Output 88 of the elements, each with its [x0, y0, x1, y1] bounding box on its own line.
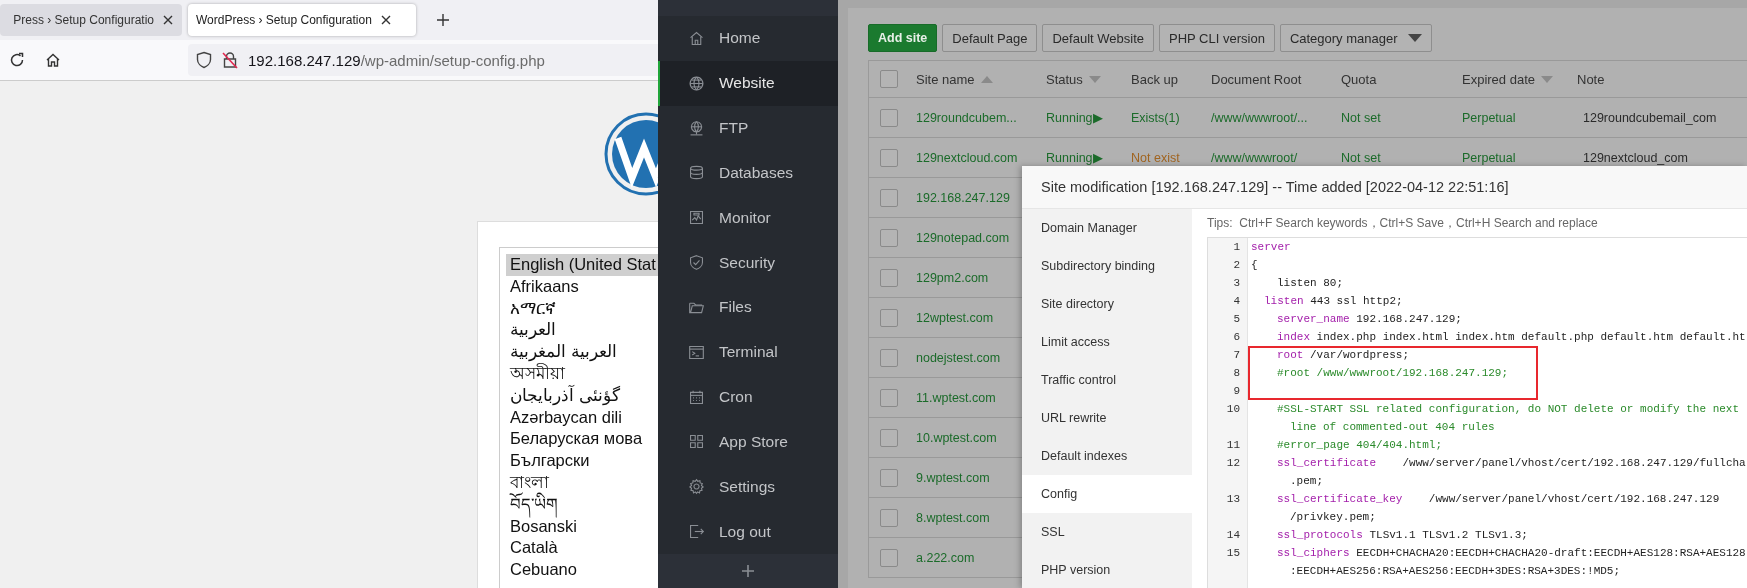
dialog-menu-item[interactable]: PHP version [1022, 551, 1192, 588]
language-option[interactable]: አማርኛ [506, 297, 658, 320]
code-line: ssl_protocols TLSv1.1 TLSv1.2 TLSv1.3; [1277, 529, 1528, 541]
toolbar-button[interactable]: Add site [868, 24, 938, 52]
sidebar-item[interactable]: App Store [658, 419, 838, 465]
line-number: 11 [1226, 439, 1240, 451]
dialog-menu-item[interactable]: Default indexes [1022, 437, 1192, 475]
code-line: listen 80; [1277, 277, 1343, 289]
line-number: 13 [1226, 493, 1240, 505]
sidebar-item[interactable]: Settings [658, 464, 838, 510]
language-option[interactable]: گؤنئی آذربایجان [506, 384, 658, 407]
line-number: 6 [1233, 331, 1240, 343]
sidebar-item[interactable]: Files [658, 285, 838, 330]
sidebar-item[interactable]: Log out [658, 509, 838, 555]
sidebar-item[interactable]: Monitor [658, 195, 838, 241]
line-number: 8 [1233, 367, 1240, 379]
language-option[interactable]: العربية [506, 319, 658, 342]
line-number: 15 [1226, 547, 1240, 559]
code-line: root /var/wordpress; [1277, 349, 1410, 361]
code-line: line of commented-out 404 rules [1290, 421, 1495, 433]
line-number: 1 [1233, 241, 1240, 253]
sidebar-item[interactable]: Home [658, 15, 838, 61]
code-line: .pem; [1290, 475, 1323, 487]
language-option[interactable]: Cebuano [506, 559, 658, 581]
line-number: 5 [1233, 313, 1240, 325]
column-header[interactable]: Status [1046, 71, 1083, 87]
code-line: ssl_certificate_key /www/server/panel/vhost/cert/192.168.247.129 [1277, 493, 1720, 505]
language-option[interactable]: Беларуская мова [506, 428, 658, 451]
code-line: { [1251, 259, 1258, 271]
address-bar[interactable]: 192.168.247.129/wp-admin/setup-config.php [188, 44, 658, 76]
language-option[interactable]: Català [506, 537, 658, 560]
code-line: server_name 192.168.247.129; [1277, 313, 1462, 325]
code-line: ssl_certificate /www/server/panel/vhost/cert/192.168.247.129/fullcha [1277, 457, 1746, 469]
dialog-menu-item[interactable]: Site directory [1022, 285, 1192, 323]
dialog-menu-item[interactable]: Subdirectory binding [1022, 247, 1192, 285]
line-number: 10 [1226, 403, 1240, 415]
code-line: ssl_ciphers EECDH+CHACHA20:EECDH+CHACHA20-draft:EECDH+AES128:RSA+AES128 [1277, 547, 1746, 559]
code-line: index index.php index.html index.htm default.php default.htm default.ht [1277, 331, 1746, 343]
dialog-menu-item[interactable]: Limit access [1022, 323, 1192, 361]
language-option[interactable]: Afrikaans [506, 275, 658, 298]
line-number: 7 [1233, 349, 1240, 361]
sidebar-item[interactable]: Databases [658, 150, 838, 196]
sidebar-item[interactable]: Security [658, 240, 838, 285]
line-number: 14 [1226, 529, 1240, 541]
code-line: #root /www/wwwroot/192.168.247.129; [1277, 367, 1509, 379]
code-line: listen 443 ssl http2; [1264, 295, 1403, 307]
language-option[interactable]: অসমীয়া [506, 363, 658, 385]
code-line: :EECDH+AES256:RSA+AES256:EECDH+3DES:RSA+3DES:!MD5; [1290, 565, 1621, 577]
toolbar-button[interactable]: PHP CLI version [1159, 24, 1275, 52]
dialog-menu-item[interactable]: URL rewrite [1022, 399, 1192, 437]
dialog-menu-item[interactable]: Traffic control [1022, 361, 1192, 399]
dialog-menu-item[interactable]: SSL [1022, 513, 1192, 551]
column-header[interactable]: Expired date [1462, 71, 1535, 87]
language-option[interactable]: Azərbaycan dili [506, 406, 658, 429]
column-header[interactable]: Back up [1131, 71, 1178, 87]
sidebar-item[interactable]: FTP [658, 105, 838, 151]
note-text: 129roundcubemail_com [1582, 110, 1717, 125]
sidebar-item[interactable]: Terminal [658, 329, 838, 375]
column-header[interactable]: Quota [1341, 71, 1377, 87]
code-line: server [1251, 241, 1291, 253]
column-header[interactable]: Site name [916, 71, 975, 87]
sidebar-item[interactable]: Cron [658, 374, 838, 420]
browser-tab[interactable]: Press › Setup Configuratio [0, 4, 182, 36]
toolbar-button[interactable]: Default Website [1042, 24, 1154, 52]
line-number: 4 [1233, 295, 1240, 307]
url-text: 192.168.247.129/wp-admin/setup-config.php [248, 51, 545, 69]
line-number: 3 [1233, 277, 1240, 289]
dialog-title: Site modification [192.168.247.129] -- Time added [2022-04-12 22:51:16] [1022, 166, 1747, 209]
code-line: #SSL-START SSL related configuration, do NOT delete or modify the next [1277, 403, 1740, 415]
toolbar-button[interactable]: Category manager [1279, 24, 1432, 52]
line-number: 9 [1233, 385, 1240, 397]
toolbar-button[interactable]: Default Page [942, 24, 1038, 52]
browser-tab[interactable]: WordPress › Setup Configuration [188, 4, 416, 36]
code-line: /privkey.pem; [1290, 511, 1376, 523]
language-option[interactable]: العربية المغربية [506, 341, 658, 363]
language-option[interactable]: བོད་ཡིག [506, 493, 658, 516]
dialog-menu-item[interactable]: Config [1022, 475, 1192, 513]
language-option[interactable]: Български [506, 450, 658, 472]
column-header[interactable]: Document Root [1211, 71, 1302, 87]
note-text: 129nextcloud_com [1582, 150, 1688, 165]
tips-text: Tips: Ctrl+F Search keywords，Ctrl+S Save，Ctrl+H Search and replace [1207, 214, 1599, 232]
line-number: 12 [1226, 457, 1240, 469]
language-option[interactable]: English (United Stat [506, 254, 658, 276]
dialog-menu-item[interactable]: Domain Manager [1022, 209, 1192, 247]
sidebar-item[interactable]: Website [658, 60, 838, 106]
code-line: #error_page 404/404.html; [1277, 439, 1443, 451]
line-number: 2 [1233, 259, 1240, 271]
column-header[interactable]: Note [1577, 71, 1605, 87]
